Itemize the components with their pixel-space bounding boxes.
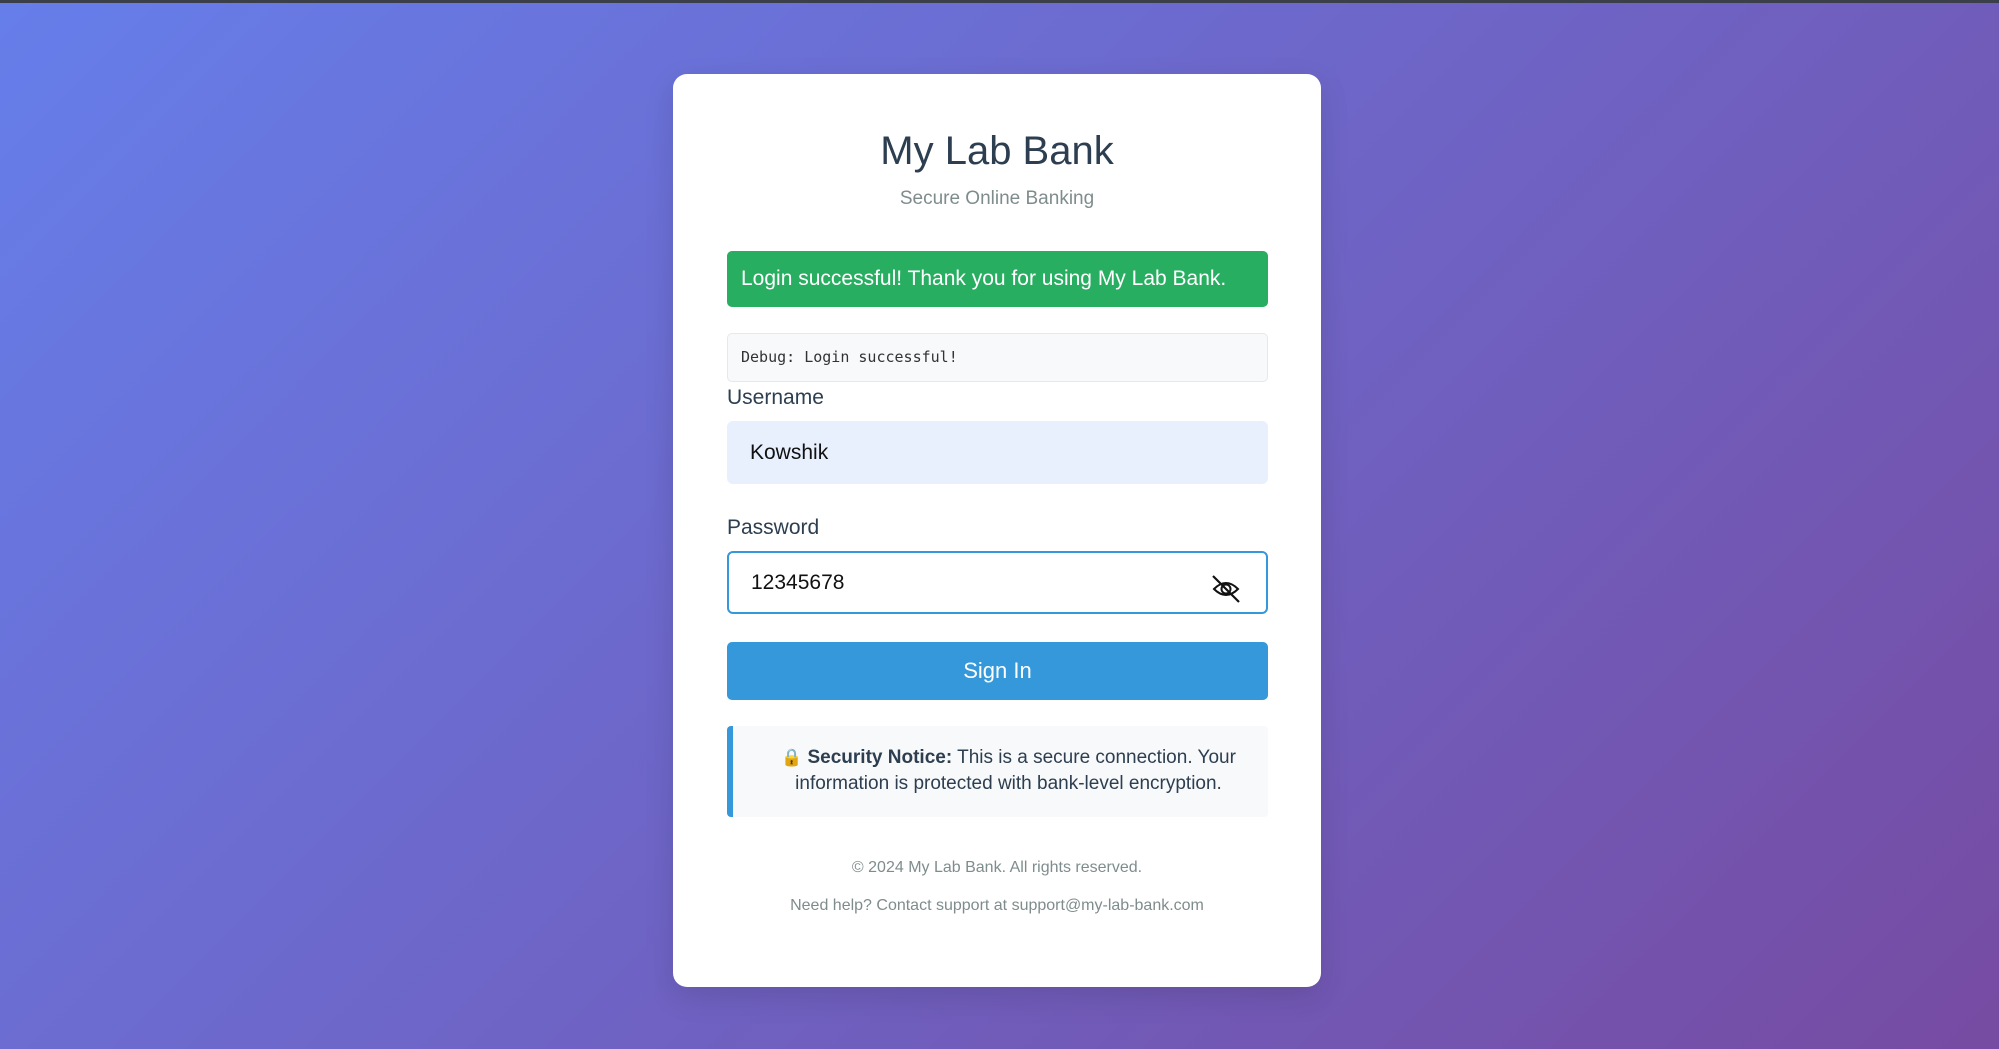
footer-help: Need help? Contact support at support@my…: [790, 897, 1204, 914]
page-background: My Lab Bank Secure Online Banking Login …: [0, 3, 1999, 1049]
debug-message: Debug: Login successful!: [727, 333, 1268, 382]
sign-in-button[interactable]: Sign In: [727, 642, 1268, 700]
security-notice-heading: Security Notice:: [807, 747, 953, 768]
username-value: Kowshik: [750, 441, 829, 464]
username-label: Username: [727, 386, 824, 409]
password-input[interactable]: 12345678: [727, 551, 1268, 614]
lock-icon: 🔒: [781, 748, 803, 767]
security-notice: 🔒 Security Notice: This is a secure conn…: [727, 726, 1268, 817]
success-alert: Login successful! Thank you for using My…: [727, 251, 1268, 307]
password-value: 12345678: [751, 571, 845, 594]
footer-copyright: © 2024 My Lab Bank. All rights reserved.: [851, 859, 1143, 876]
page-title: My Lab Bank: [880, 129, 1114, 173]
login-card: My Lab Bank Secure Online Banking Login …: [673, 74, 1321, 987]
username-input[interactable]: Kowshik: [727, 421, 1268, 484]
eye-off-icon[interactable]: [1210, 568, 1242, 603]
password-label: Password: [727, 516, 820, 539]
page-subtitle: Secure Online Banking: [899, 188, 1095, 209]
